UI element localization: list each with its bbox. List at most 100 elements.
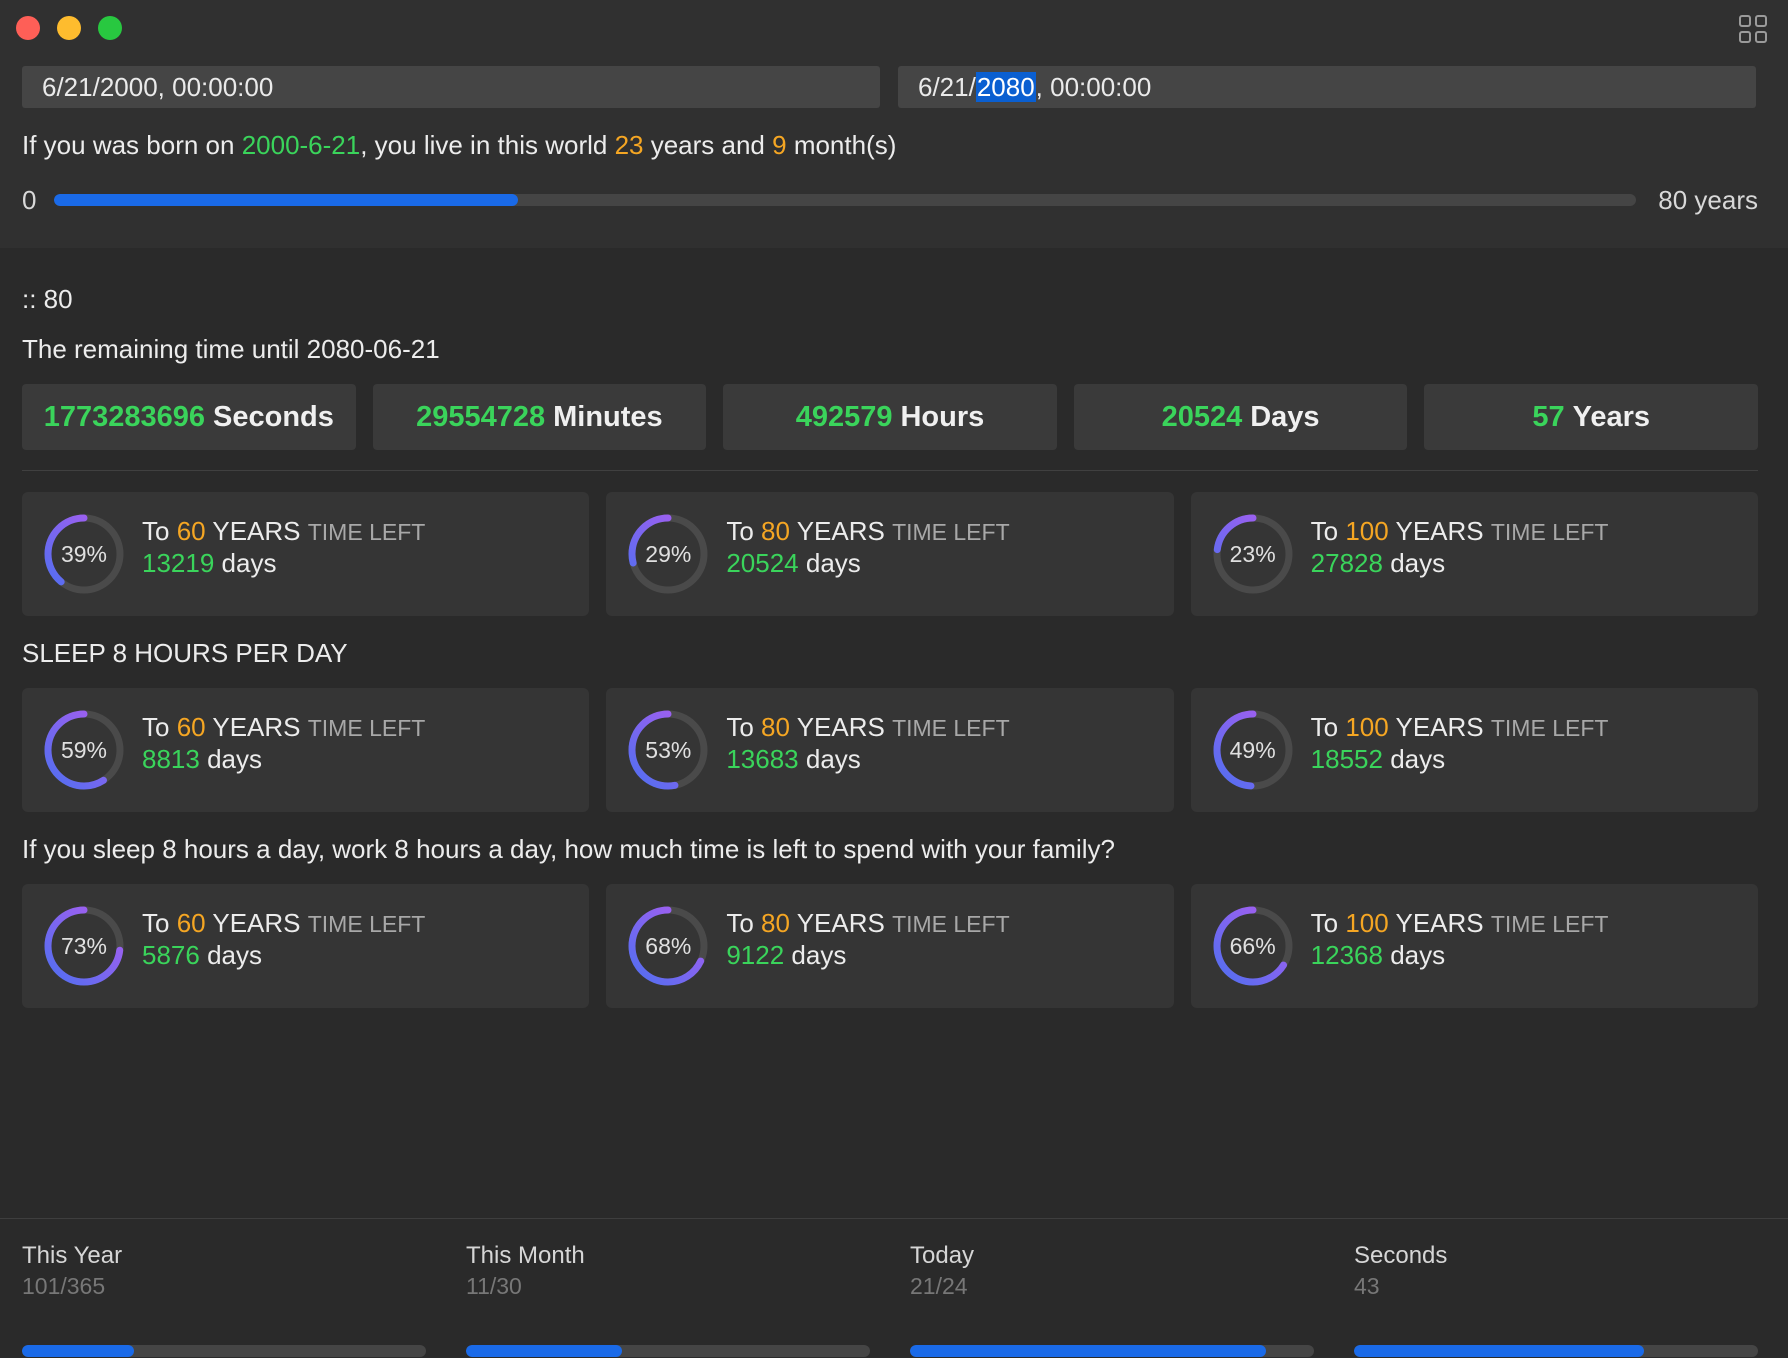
days-left: 5876 days [142,938,262,972]
time-left-label: TIME LEFT [1490,519,1609,545]
remaining-stats: 1773283696 Seconds 29554728 Minutes 492579… [22,384,1758,450]
percent-label: 23% [1229,541,1276,567]
zoom-window-button[interactable] [98,16,122,40]
stat-days: 20524 Days [1073,384,1408,450]
days-value: 9122 [726,940,785,970]
stat-unit: Seconds [213,400,334,433]
days-unit: days [798,548,861,578]
target-date-field[interactable]: 6/21/2080, 00:00:00 [898,66,1756,108]
card-heading: To 80 YEARS TIME LEFT [726,906,1009,941]
time-left-label: TIME LEFT [1490,911,1609,937]
years-label: YEARS [789,712,893,742]
born-date: 2000-6-21 [241,130,361,160]
bottom-progress-panel: This Year 101/365 This Month 11/30 Today… [0,1218,1788,1358]
days-value: 12368 [1310,940,1383,970]
target-age: 80 [761,712,790,742]
percent-label: 73% [60,933,108,959]
days-value: 5876 [142,940,200,970]
sleep-time-cards: 59% To 60 YEARS TIME LEFT 8813 days 53% To 8… [22,688,1758,812]
stat-value: 20524 [1161,400,1243,433]
time-left-card: 39% To 60 YEARS TIME LEFT 13219 days [22,492,590,616]
percent-label: 29% [645,541,692,567]
progress-bar [910,1345,1314,1357]
card-heading: To 60 YEARS TIME LEFT [142,514,425,549]
life-progress-row: 0 80 years [22,183,1758,217]
years-label: YEARS [789,908,893,938]
target-age: 60 [176,712,206,742]
progress-bar [1354,1345,1758,1357]
time-left-label: TIME LEFT [307,911,426,937]
lived-months: 9 [772,130,787,160]
target-age: 80 [761,908,790,938]
to-label: To [1310,712,1346,742]
target-age: 80 [761,516,790,546]
born-text-2: , you live in this world [360,130,615,160]
time-left-card: 66% To 100 YEARS TIME LEFT 12368 days [1190,884,1758,1008]
days-unit: days [199,940,262,970]
progress-title: Seconds [1354,1242,1448,1269]
target-date-year-selected[interactable]: 2080 [975,72,1036,102]
days-left: 27828 days [1311,546,1445,580]
stat-seconds: 1773283696 Seconds [22,384,356,450]
progress-value: 21/24 [910,1273,968,1299]
time-left-card: 49% To 100 YEARS TIME LEFT 18552 days [1190,688,1758,812]
percent-label: 66% [1229,933,1276,959]
progress-title: Today [910,1242,975,1269]
header-panel: 6/21/2000, 00:00:00 6/21/2080, 00:00:00 … [0,0,1788,248]
to-label: To [726,516,762,546]
time-left-card: 29% To 80 YEARS TIME LEFT 20524 days [606,492,1174,616]
card-heading: To 60 YEARS TIME LEFT [142,906,425,941]
progress-title: This Year [22,1242,123,1269]
years-label: YEARS [789,516,893,546]
days-value: 20524 [726,548,799,578]
days-left: 8813 days [142,742,262,776]
days-unit: days [1382,548,1446,578]
life-progress-fill [54,194,518,206]
stat-hours: 492579 Hours [723,384,1057,450]
percent-label: 59% [60,737,108,763]
stat-value: 1773283696 [43,400,205,433]
days-left: 20524 days [726,546,860,580]
this-year-progress: This Year 101/365 [22,1241,426,1357]
progress-fill [466,1345,622,1357]
minimize-window-button[interactable] [57,16,81,40]
time-left-card: 73% To 60 YEARS TIME LEFT 5876 days [22,884,590,1008]
progress-value: 43 [1354,1273,1380,1299]
target-age: 60 [176,908,206,938]
to-label: To [142,712,177,742]
time-left-label: TIME LEFT [892,715,1010,741]
time-left-label: TIME LEFT [307,519,426,545]
close-window-button[interactable] [16,16,40,40]
born-text-4: month(s) [786,130,897,160]
days-value: 18552 [1310,744,1383,774]
born-text-3: years and [643,130,773,160]
years-label: YEARS [1388,516,1491,546]
days-unit: days [1382,940,1446,970]
stat-unit: Hours [900,400,985,433]
percent-label: 53% [645,737,692,763]
days-unit: days [214,548,277,578]
target-date-suffix: , 00:00:00 [1035,72,1152,102]
grid-view-icon[interactable] [1739,15,1767,43]
stat-value: 29554728 [416,400,546,433]
progress-bar [466,1345,870,1357]
target-date-prefix: 6/21/ [918,72,976,102]
life-progress-bar [54,194,1636,206]
stat-unit: Years [1572,400,1651,433]
family-section-title: If you sleep 8 hours a day, work 8 hours… [22,834,1116,864]
days-unit: days [798,744,861,774]
to-label: To [726,712,762,742]
stat-value: 57 [1532,400,1565,433]
window-controls [16,16,122,40]
years-label: YEARS [1388,908,1491,938]
time-left-label: TIME LEFT [1490,715,1609,741]
birth-date-field[interactable]: 6/21/2000, 00:00:00 [22,66,880,108]
days-left: 13683 days [726,742,860,776]
days-value: 8813 [142,744,200,774]
this-month-progress: This Month 11/30 [466,1241,870,1357]
stat-minutes: 29554728 Minutes [372,384,707,450]
years-label: YEARS [1388,712,1491,742]
target-age: 100 [1345,712,1389,742]
sleep-section-title: SLEEP 8 HOURS PER DAY [22,638,348,668]
time-left-card: 59% To 60 YEARS TIME LEFT 8813 days [22,688,590,812]
